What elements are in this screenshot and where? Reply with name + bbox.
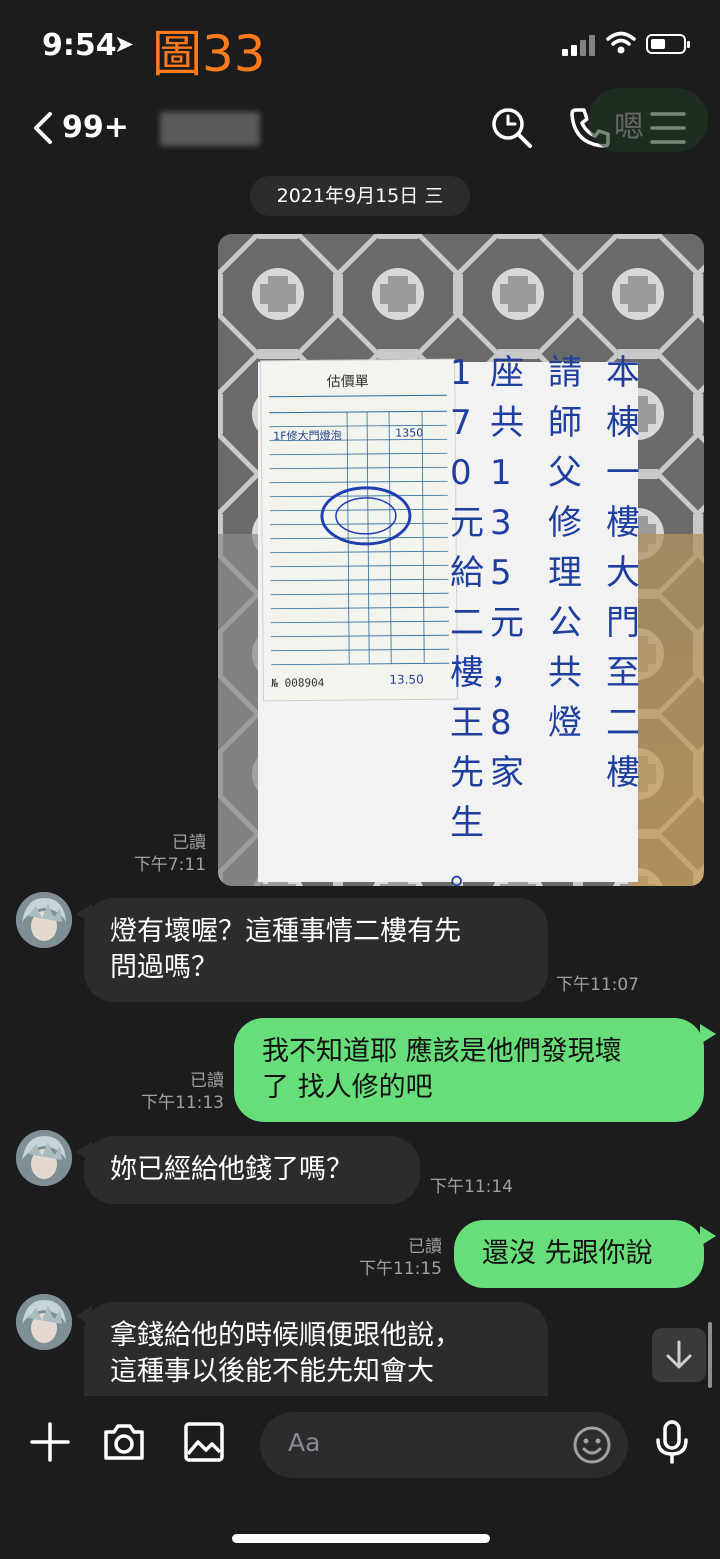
receipt-amount: 1350 (395, 426, 423, 439)
unread-count[interactable]: 99+ (62, 110, 129, 145)
battery-level (651, 39, 665, 49)
message-text-line: 拿錢給他的時候順便跟他說， (110, 1320, 461, 1351)
notice-column-1: 本棟一樓大門至二樓 (606, 353, 640, 793)
photo-message[interactable]: 估價單 1F修大門燈泡 1350 № 008904 13.50 本棟一樓大門至二… (218, 234, 704, 886)
contact-avatar[interactable] (16, 1294, 72, 1350)
receipt-serial: № 008904 (271, 676, 324, 689)
message-text-line: 我不知道耶 應該是他們發現壞 (262, 1036, 622, 1067)
message-time: 下午11:13 (141, 1093, 224, 1113)
photo-read-label: 已讀 (172, 833, 206, 853)
message-bubble-incoming[interactable]: 燈有壞喔？這種事情二樓有先 問過嗎？ (84, 898, 548, 1002)
bubble-tail (700, 1024, 716, 1044)
message-bubble-outgoing[interactable]: 我不知道耶 應該是他們發現壞 了 找人修的吧 (234, 1018, 704, 1122)
message-input[interactable]: Aa (260, 1412, 628, 1478)
contact-avatar[interactable] (16, 1130, 72, 1186)
bubble-tail (700, 1226, 716, 1246)
image-icon[interactable] (180, 1418, 228, 1466)
receipt-total: 13.50 (389, 672, 423, 686)
message-bubble-incoming[interactable]: 妳已經給他錢了嗎？ (84, 1136, 420, 1204)
message-read-label: 已讀 (408, 1237, 442, 1257)
battery-icon (646, 34, 690, 54)
cellular-signal-icon (562, 34, 598, 56)
location-arrow-icon: ➤ (114, 30, 135, 58)
contact-name-redacted (160, 112, 260, 146)
plus-icon[interactable] (26, 1418, 74, 1466)
message-meta: 已讀 下午11:15 (340, 1236, 442, 1280)
date-separator: 2021年9月15日 三 (250, 176, 470, 216)
message-text-line: 還沒 先跟你說 (482, 1238, 653, 1269)
contact-avatar[interactable] (16, 892, 72, 948)
receipt-title: 估價單 (327, 373, 369, 390)
message-text-line: 妳已經給他錢了嗎？ (110, 1154, 353, 1185)
photo-time: 下午7:11 (133, 855, 206, 875)
peek-text: 嗯 (614, 110, 644, 145)
status-time: 9:54 (42, 28, 117, 63)
message-bubble-outgoing[interactable]: 還沒 先跟你說 (454, 1220, 704, 1288)
message-text-line: 這種事以後能不能先知會大 (110, 1356, 434, 1387)
message-time: 下午11:07 (556, 975, 639, 995)
message-text-line: 問過嗎？ (110, 952, 218, 983)
message-text-line: 了 找人修的吧 (262, 1072, 433, 1103)
message-time: 下午11:15 (359, 1259, 442, 1279)
receipt-item: 1F修大門燈泡 (273, 428, 341, 443)
wifi-icon (606, 31, 636, 54)
scrollbar[interactable] (708, 1322, 712, 1388)
message-read-label: 已讀 (190, 1071, 224, 1091)
peek-bubble: 嗯 (588, 88, 708, 152)
chevron-left-icon[interactable] (26, 108, 66, 148)
message-text-line: 燈有壞喔？這種事情二樓有先 (110, 916, 461, 947)
search-icon[interactable] (488, 104, 536, 152)
microphone-icon[interactable] (648, 1418, 696, 1466)
camera-icon[interactable] (100, 1418, 148, 1466)
message-meta: 已讀 下午11:13 (120, 1070, 224, 1114)
home-indicator (232, 1534, 490, 1543)
arrow-down-icon (666, 1340, 692, 1369)
message-input-bar: Aa (0, 1396, 720, 1559)
photo-content: 估價單 1F修大門燈泡 1350 № 008904 13.50 本棟一樓大門至二… (218, 234, 704, 886)
emoji-icon[interactable] (572, 1425, 612, 1465)
status-bar: 9:54 ➤ 圖33 (0, 0, 720, 90)
figure-label: 圖33 (152, 25, 266, 83)
scroll-to-bottom-button[interactable] (652, 1328, 706, 1382)
message-input-placeholder: Aa (288, 1428, 321, 1457)
message-time: 下午11:14 (430, 1177, 513, 1197)
photo-meta: 已讀 下午7:11 (120, 832, 206, 876)
